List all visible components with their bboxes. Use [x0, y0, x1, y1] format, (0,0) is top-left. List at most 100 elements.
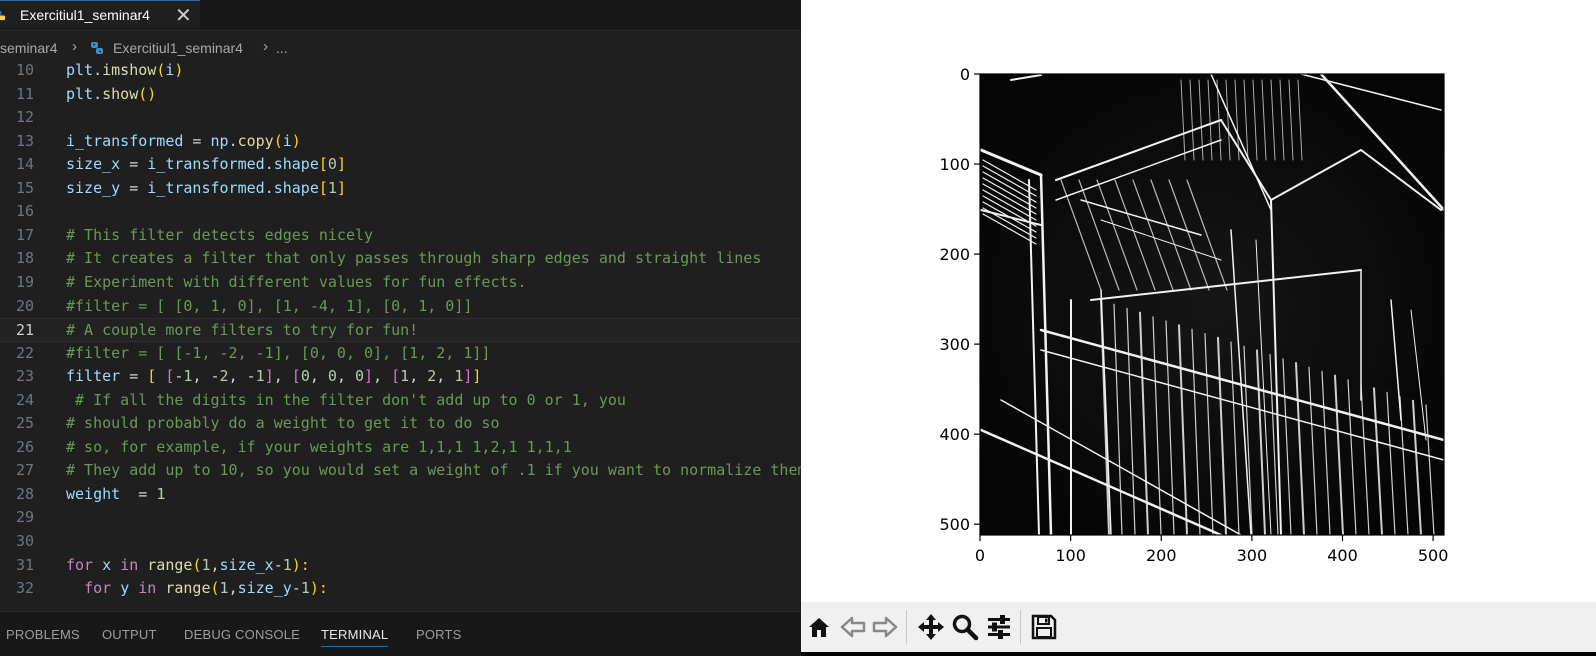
- panel-tab-debug-console[interactable]: DEBUG CONSOLE: [184, 627, 300, 642]
- panel-tab-terminal[interactable]: TERMINAL: [321, 627, 389, 647]
- back-arrow-icon[interactable]: [837, 611, 869, 643]
- code-line[interactable]: 30: [0, 530, 801, 554]
- code-token: ,: [228, 579, 238, 598]
- panel-tab-ports[interactable]: PORTS: [416, 627, 462, 642]
- line-number: 21: [15, 321, 34, 340]
- code-token: ): [174, 61, 184, 79]
- breadcrumb-symbols[interactable]: ...: [276, 40, 288, 56]
- code-token: ,: [336, 367, 355, 386]
- code-text: # They add up to 10, so you would set a …: [66, 461, 801, 479]
- code-line[interactable]: 28 weight = 1: [0, 483, 801, 507]
- code-token: 1: [201, 555, 211, 574]
- code-token: weight: [66, 484, 121, 503]
- line-number: 23: [15, 367, 34, 386]
- code-token: ,: [273, 367, 292, 386]
- panel-tab-output[interactable]: OUTPUT: [102, 627, 157, 642]
- code-token: # This filter detects edges nicely: [66, 225, 374, 244]
- code-token: =: [120, 155, 148, 174]
- code-token: shape: [273, 178, 319, 197]
- pan-icon[interactable]: [915, 611, 947, 643]
- home-icon[interactable]: [803, 611, 835, 643]
- code-line[interactable]: 23 filter = [ [-1, -2, -1], [0, 0, 0], [1…: [0, 365, 801, 389]
- breadcrumb-folder[interactable]: seminar4: [0, 40, 58, 56]
- code-token: ,: [210, 555, 220, 574]
- code-line[interactable]: 24 # If all the digits in the filter don…: [0, 389, 801, 413]
- breadcrumb-file[interactable]: Exercitiul1_seminar4: [113, 40, 243, 56]
- code-line[interactable]: 15 size_y = i_transformed.shape[1]: [0, 177, 801, 201]
- code-text: size_y = i_transformed.shape[1]: [66, 179, 346, 197]
- code-line[interactable]: 16: [0, 200, 801, 224]
- code-token: -: [273, 555, 283, 574]
- code-line[interactable]: 18 # It creates a filter that only passes…: [0, 247, 801, 271]
- zoom-icon[interactable]: [949, 611, 981, 643]
- code-token: in: [138, 579, 157, 598]
- code-line[interactable]: 19 # Experiment with different values for…: [0, 271, 801, 295]
- chevron-right-icon: ›: [263, 38, 268, 55]
- toolbar-separator: [1020, 610, 1021, 644]
- forward-arrow-icon[interactable]: [869, 611, 901, 643]
- code-token: show: [102, 84, 139, 103]
- code-token: 0: [327, 155, 337, 174]
- editor-tab[interactable]: Exercitiul1_seminar4 ✕: [0, 0, 200, 30]
- code-token: (): [138, 84, 157, 103]
- code-token: size_x: [219, 555, 274, 574]
- code-token: 0: [300, 367, 310, 386]
- code-token: 1: [156, 484, 166, 503]
- code-line[interactable]: 25 # should probably do a weight to get i…: [0, 412, 801, 436]
- breadcrumb: seminar4 › Exercitiul1_seminar4 › ...: [0, 38, 801, 60]
- line-number: 24: [15, 390, 34, 409]
- line-number: 28: [15, 484, 34, 503]
- edge-filtered-image: [980, 74, 1444, 535]
- code-token: ,: [436, 367, 455, 386]
- code-line[interactable]: 29: [0, 506, 801, 530]
- code-area[interactable]: 10 plt.imshow(i) 11 plt.show() 12 13 i_transfo…: [0, 59, 801, 604]
- code-token: 1: [219, 579, 229, 598]
- panel-tab-problems[interactable]: PROBLEMS: [6, 627, 80, 642]
- code-token: i: [282, 131, 292, 150]
- code-token: 2: [427, 367, 437, 386]
- code-line[interactable]: 32 for y in range(1,size_y-1):: [0, 577, 801, 601]
- code-token: =: [120, 178, 148, 197]
- code-text: size_x = i_transformed.shape[0]: [66, 155, 346, 173]
- code-line[interactable]: 12: [0, 106, 801, 130]
- x-tick-label: 0: [975, 546, 985, 565]
- code-token: ):: [309, 579, 328, 598]
- code-line[interactable]: 22 #filter = [ [-1, -2, -1], [0, 0, 0], […: [0, 342, 801, 366]
- code-token: range: [147, 555, 193, 574]
- editor-tab-bar: Exercitiul1_seminar4 ✕: [0, 0, 801, 31]
- save-icon[interactable]: [1028, 611, 1060, 643]
- configure-subplots-icon[interactable]: [983, 611, 1015, 643]
- code-line[interactable]: 21 # A couple more filters to try for fun…: [0, 318, 801, 342]
- code-token: # so, for example, if your weights are 1…: [66, 437, 572, 456]
- code-token: size_y: [237, 579, 292, 598]
- code-token: for: [84, 579, 112, 598]
- code-text: # It creates a filter that only passes t…: [66, 249, 761, 267]
- code-token: , -: [192, 367, 220, 386]
- code-line[interactable]: 10 plt.imshow(i): [0, 59, 801, 83]
- code-token: np: [210, 131, 229, 150]
- code-line[interactable]: 17 # This filter detects edges nicely: [0, 224, 801, 248]
- line-number: 27: [15, 461, 34, 480]
- chevron-right-icon: ›: [72, 38, 77, 55]
- code-line[interactable]: 31 for x in range(1,size_x-1):: [0, 554, 801, 578]
- matplotlib-toolbar: [801, 602, 1596, 652]
- y-tick-label: 400: [939, 425, 970, 444]
- code-line[interactable]: 20 #filter = [ [0, 1, 0], [1, -4, 1], [0,…: [0, 295, 801, 319]
- code-line[interactable]: 14 size_x = i_transformed.shape[0]: [0, 153, 801, 177]
- code-line[interactable]: 11 plt.show(): [0, 83, 801, 107]
- code-token: imshow: [102, 61, 157, 79]
- code-token: i_transformed: [147, 178, 265, 197]
- code-line[interactable]: 13 i_transformed = np.copy(i): [0, 130, 801, 154]
- code-token: =: [120, 484, 157, 503]
- line-number: 15: [15, 178, 34, 197]
- code-token: .: [228, 131, 238, 150]
- close-icon[interactable]: ✕: [175, 3, 192, 28]
- code-line[interactable]: 27 # They add up to 10, so you would set …: [0, 459, 801, 483]
- code-line[interactable]: 26 # so, for example, if your weights are…: [0, 436, 801, 460]
- editor-tab-label: Exercitiul1_seminar4: [20, 7, 150, 23]
- code-token: 1: [327, 178, 337, 197]
- line-number: 22: [15, 343, 34, 362]
- line-number: 11: [15, 84, 34, 103]
- code-token: 1: [400, 367, 410, 386]
